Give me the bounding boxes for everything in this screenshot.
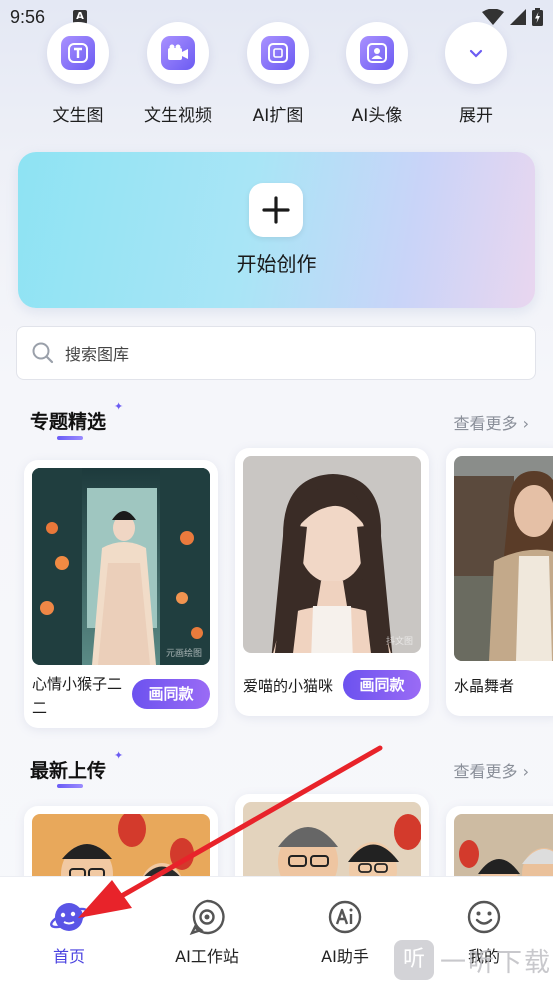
- nav-ai-workstation[interactable]: AI工作站: [147, 895, 267, 967]
- section-underline: [57, 436, 83, 440]
- planet-home-icon: [9, 895, 129, 939]
- nav-label: AI工作站: [175, 947, 239, 966]
- sparkle-icon: ✦: [114, 400, 124, 413]
- tool-expand[interactable]: 展开: [426, 22, 526, 126]
- sparkle-icon: ✦: [114, 749, 124, 762]
- card-caption: 心情小猴子二二: [32, 675, 123, 717]
- tool-label: AI头像: [351, 106, 403, 126]
- ai-expand-icon: [261, 36, 295, 70]
- card-image: [454, 456, 553, 661]
- smiley-profile-icon: [424, 895, 544, 939]
- watermark-text: 抖文图: [385, 637, 413, 647]
- nav-label: AI助手: [321, 947, 369, 966]
- text-to-video-icon: [161, 36, 195, 70]
- workstation-icon: [147, 895, 267, 939]
- watermark-logo-icon: 听: [394, 940, 434, 980]
- tool-label: 文生图: [52, 106, 104, 126]
- tool-ai-avatar[interactable]: AI头像: [327, 22, 427, 126]
- tool-text-to-video[interactable]: 文生视频: [128, 22, 228, 126]
- featured-card[interactable]: 元画绘图 心情小猴子二二 画同款: [24, 460, 218, 728]
- tool-ai-expand[interactable]: AI扩图: [228, 22, 328, 126]
- text-to-image-icon: [61, 36, 95, 70]
- featured-card[interactable]: 抖文图 爱喵的小猫咪 画同款: [235, 448, 429, 716]
- watermark-text: 元画绘图: [165, 649, 202, 659]
- nav-ai-assistant[interactable]: AI助手: [285, 895, 405, 967]
- nav-home[interactable]: 首页: [9, 895, 129, 967]
- plus-icon: [249, 183, 303, 237]
- draw-same-button[interactable]: 画同款: [132, 679, 210, 709]
- banner-title: 开始创作: [236, 252, 317, 276]
- tool-text-to-image[interactable]: 文生图: [28, 22, 128, 126]
- card-caption: 水晶舞者: [454, 677, 515, 695]
- more-label: 查看更多: [453, 414, 518, 433]
- card-image: 抖文图: [243, 456, 421, 653]
- tool-label: 展开: [459, 106, 493, 126]
- site-watermark: 听 一听下载: [394, 940, 552, 980]
- search-input[interactable]: 搜索图库: [16, 326, 536, 380]
- featured-more-link[interactable]: 查看更多 ›: [453, 410, 529, 434]
- card-caption: 爱喵的小猫咪: [243, 677, 334, 695]
- search-icon: [31, 341, 55, 365]
- ai-assistant-icon: [285, 895, 405, 939]
- nav-label: 首页: [52, 947, 85, 966]
- featured-section-title: 专题精选: [30, 411, 107, 433]
- tool-label: 文生视频: [144, 106, 212, 126]
- latest-section-title: 最新上传: [30, 760, 107, 782]
- chevron-down-icon: [468, 44, 484, 63]
- featured-card[interactable]: 水晶舞者: [446, 448, 553, 716]
- chevron-right-icon: ›: [522, 414, 529, 433]
- start-creating-banner[interactable]: 开始创作: [18, 152, 535, 308]
- search-placeholder: 搜索图库: [65, 345, 130, 364]
- section-underline: [57, 784, 83, 788]
- draw-same-button[interactable]: 画同款: [343, 670, 421, 700]
- card-image: 元画绘图: [32, 468, 210, 665]
- more-label: 查看更多: [453, 762, 518, 781]
- watermark-text: 一听下载: [440, 947, 553, 978]
- ai-avatar-icon: [360, 36, 394, 70]
- latest-more-link[interactable]: 查看更多 ›: [453, 758, 529, 782]
- chevron-right-icon: ›: [522, 762, 529, 781]
- quick-tools-row: 文生图 文生视频 AI扩图 AI头像 展开: [0, 22, 553, 132]
- tool-label: AI扩图: [252, 106, 304, 126]
